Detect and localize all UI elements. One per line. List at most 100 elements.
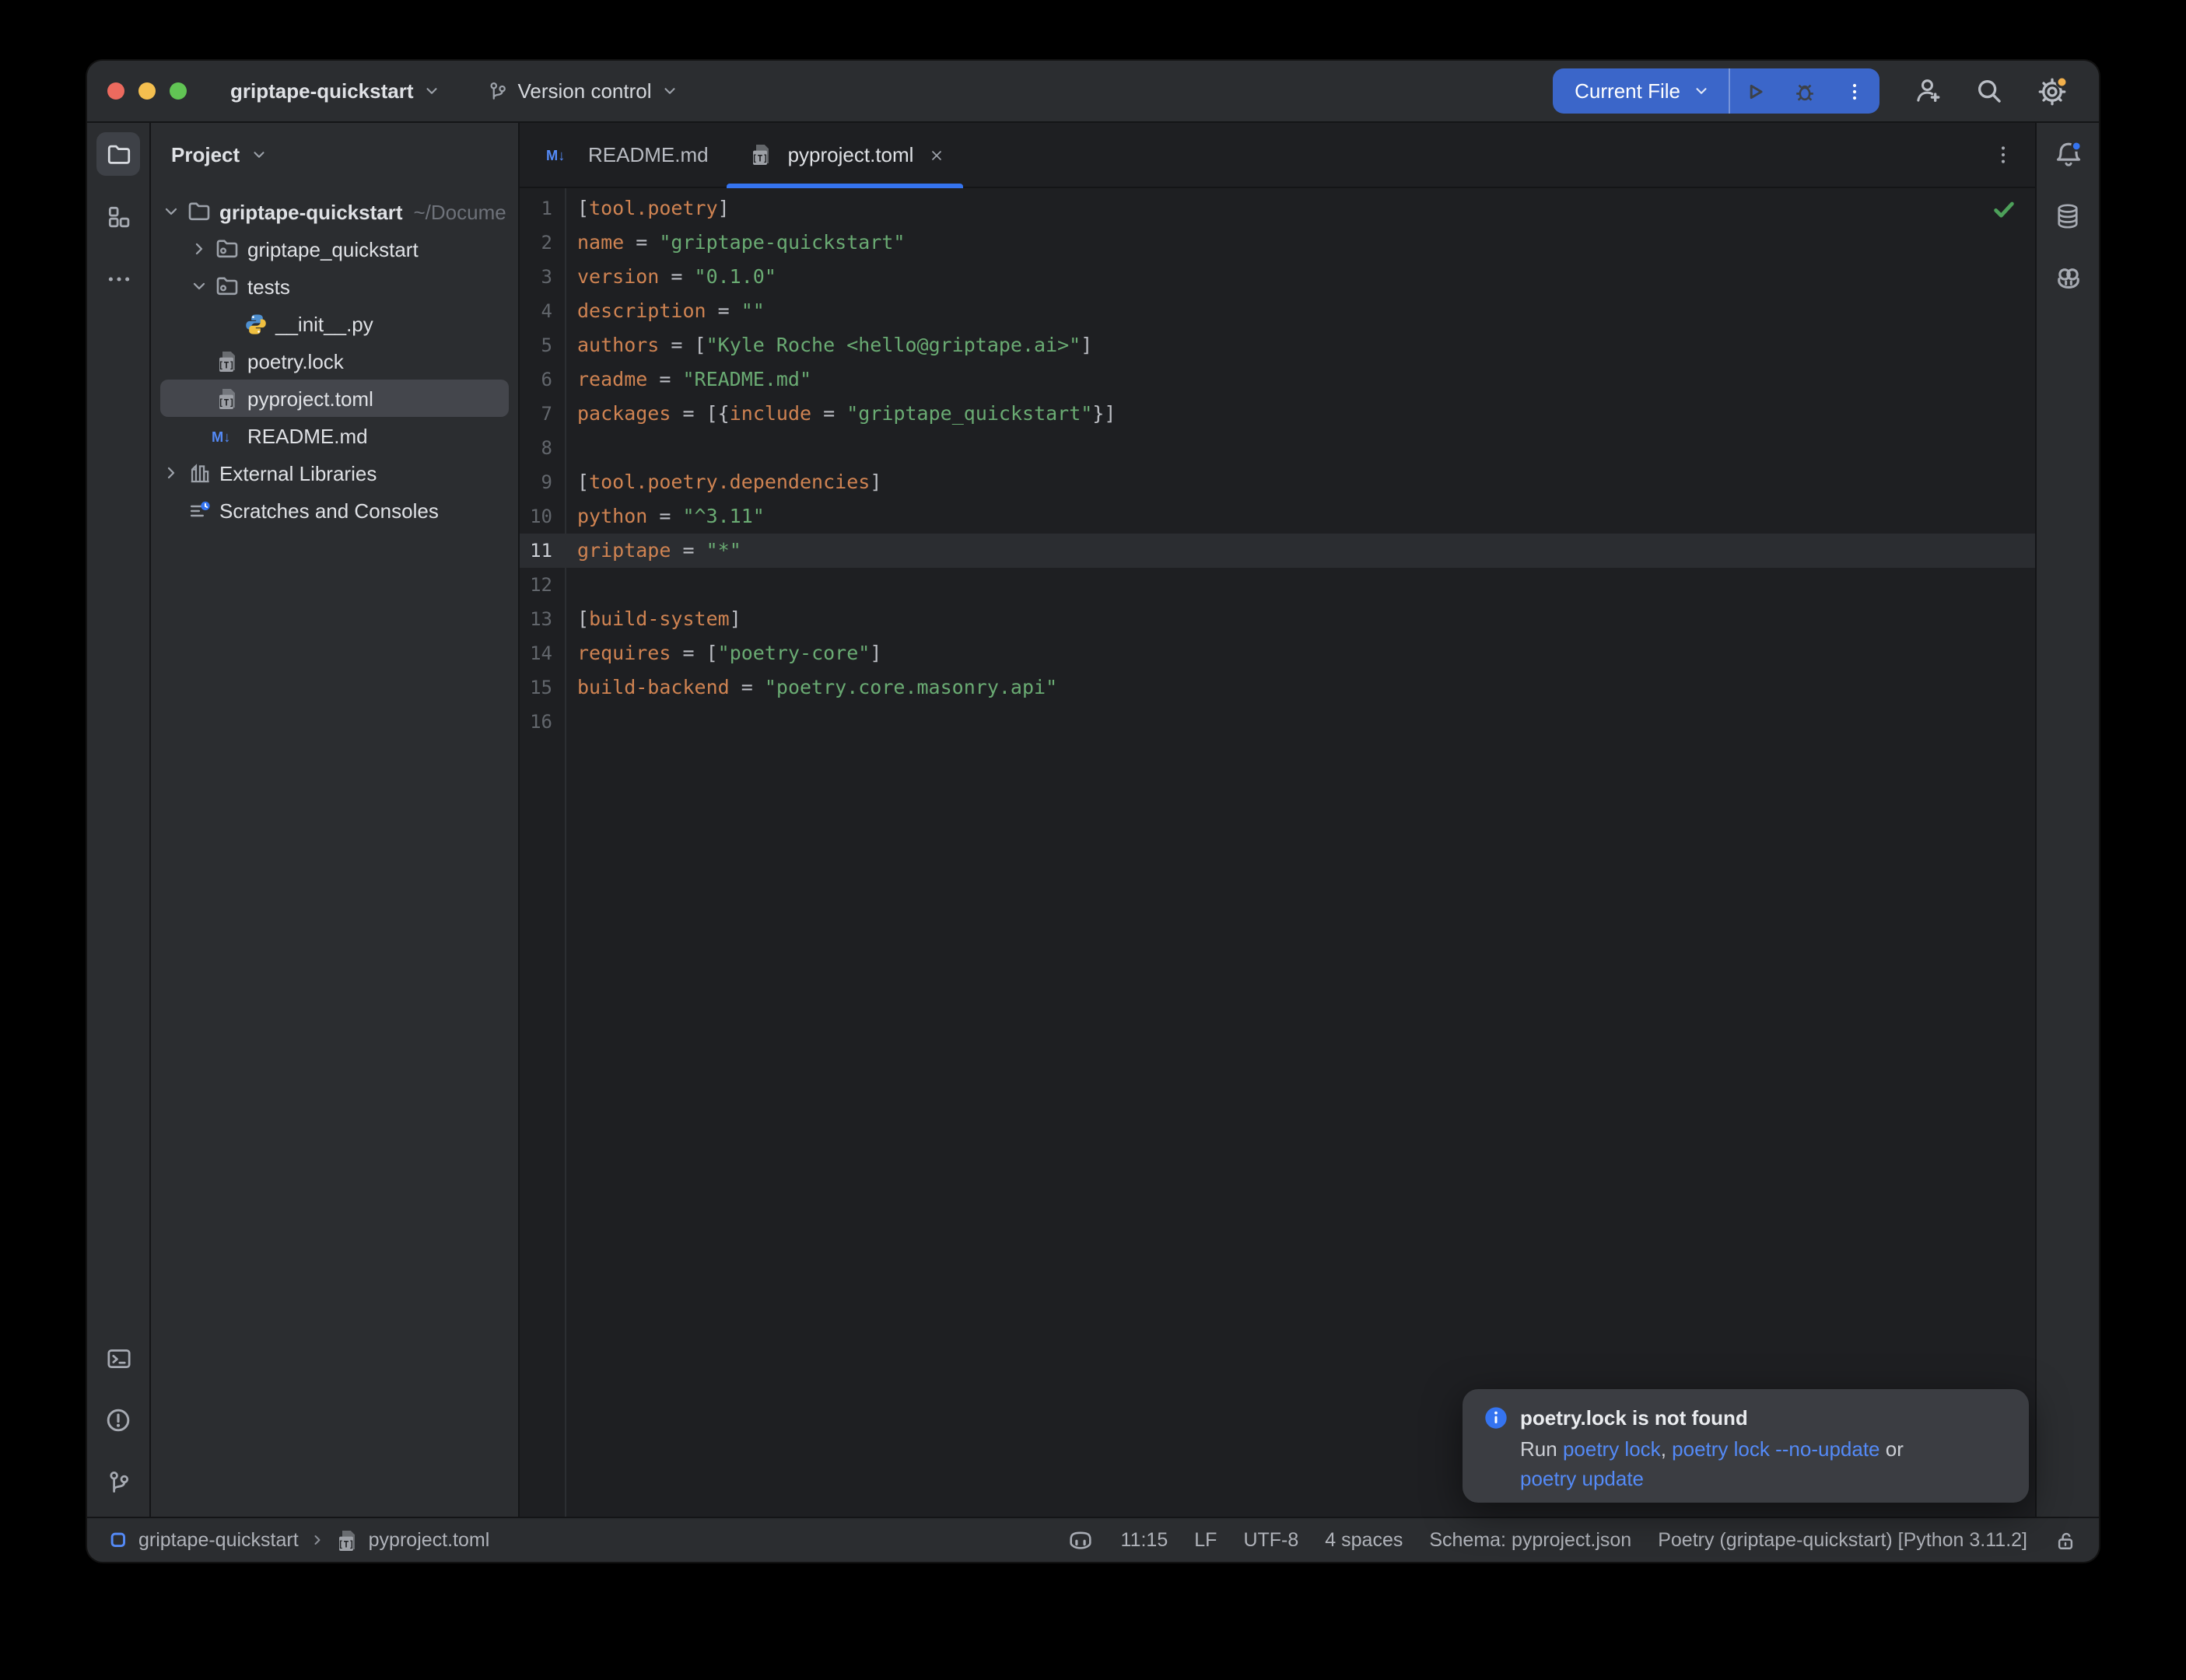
- code-line-5[interactable]: 5authors = ["Kyle Roche <hello@griptape.…: [520, 328, 2035, 362]
- toml-icon: [T]: [212, 387, 243, 410]
- run-configuration-label: Current File: [1575, 79, 1680, 103]
- notification-line: poetry update: [1520, 1464, 2007, 1493]
- terminal-tool-button[interactable]: [96, 1336, 140, 1380]
- tree-item-Scratches and Consoles[interactable]: Scratches and Consoles: [151, 492, 518, 529]
- folder-src-icon: [212, 236, 243, 261]
- status-item-python-interpreter[interactable]: Poetry (griptape-quickstart) [Python 3.1…: [1658, 1529, 2027, 1551]
- close-icon[interactable]: [929, 147, 944, 163]
- code-text: [tool.poetry]: [566, 191, 730, 226]
- tree-item-README.md[interactable]: M↓README.md: [151, 417, 518, 454]
- chevron-right-icon[interactable]: [157, 464, 184, 482]
- breadcrumb-item[interactable]: griptape-quickstart: [138, 1529, 299, 1551]
- line-number: 1: [520, 191, 566, 226]
- unlock-icon[interactable]: [2054, 1528, 2077, 1552]
- database-tool-button[interactable]: [2046, 194, 2090, 238]
- code-line-13[interactable]: 13[build-system]: [520, 602, 2035, 636]
- code-line-15[interactable]: 15build-backend = "poetry.core.masonry.a…: [520, 670, 2035, 705]
- svg-text:[T]: [T]: [219, 359, 235, 370]
- scratch-icon: [184, 499, 215, 522]
- tree-item-pyproject.toml[interactable]: [T]pyproject.toml: [160, 380, 509, 417]
- problems-tool-button[interactable]: [96, 1398, 140, 1442]
- project-panel-header[interactable]: Project: [151, 123, 518, 185]
- code-line-8[interactable]: 8: [520, 431, 2035, 465]
- ide-window: griptape-quickstart Version control: [87, 61, 2099, 1562]
- tree-item-griptape-quickstart[interactable]: griptape-quickstart~/Docume: [151, 193, 518, 230]
- ai-assistant-button[interactable]: [2046, 257, 2090, 300]
- zoom-window-button[interactable]: [170, 82, 187, 100]
- settings-button[interactable]: [2037, 75, 2068, 107]
- tree-item-tests[interactable]: tests: [151, 268, 518, 305]
- code-line-10[interactable]: 10python = "^3.11": [520, 499, 2035, 534]
- git-tool-button[interactable]: [96, 1461, 140, 1504]
- ai-assistant-icon: [2053, 264, 2083, 293]
- tab-README.md[interactable]: M↓README.md: [527, 123, 727, 187]
- chevron-right-icon[interactable]: [185, 240, 212, 258]
- code-editor[interactable]: 1[tool.poetry]2name = "griptape-quicksta…: [520, 188, 2035, 1517]
- code-text: [566, 705, 577, 739]
- title-bar: griptape-quickstart Version control: [87, 61, 2099, 123]
- code-text: [tool.poetry.dependencies]: [566, 465, 881, 499]
- code-line-4[interactable]: 4description = "": [520, 294, 2035, 328]
- project-tool-button[interactable]: [96, 132, 140, 176]
- vcs-widget[interactable]: Version control: [487, 79, 678, 103]
- notification-link[interactable]: poetry update: [1520, 1467, 1644, 1490]
- line-number: 14: [520, 636, 566, 670]
- tree-item-label: Scratches and Consoles: [219, 499, 439, 522]
- code-line-1[interactable]: 1[tool.poetry]: [520, 191, 2035, 226]
- code-line-6[interactable]: 6readme = "README.md": [520, 362, 2035, 397]
- code-line-16[interactable]: 16: [520, 705, 2035, 739]
- code-line-3[interactable]: 3version = "0.1.0": [520, 260, 2035, 294]
- kebab-icon: [1992, 143, 2015, 166]
- notifications-button[interactable]: [2046, 132, 2090, 176]
- code-line-7[interactable]: 7packages = [{include = "griptape_quicks…: [520, 397, 2035, 431]
- code-line-14[interactable]: 14requires = ["poetry-core"]: [520, 636, 2035, 670]
- project-widget[interactable]: griptape-quickstart: [230, 79, 440, 103]
- chevron-down-icon[interactable]: [157, 202, 184, 221]
- close-window-button[interactable]: [107, 82, 124, 100]
- notification-link[interactable]: poetry lock --no-update: [1672, 1437, 1879, 1461]
- more-run-actions-button[interactable]: [1830, 68, 1879, 114]
- debug-button[interactable]: [1780, 68, 1830, 114]
- module-icon: [109, 1531, 128, 1549]
- run-button[interactable]: [1730, 68, 1780, 114]
- code-line-12[interactable]: 12: [520, 568, 2035, 602]
- tab-label: pyproject.toml: [788, 143, 914, 166]
- structure-tool-button[interactable]: [96, 194, 140, 238]
- tab-pyproject.toml[interactable]: [T]pyproject.toml: [727, 123, 964, 187]
- code-with-me-button[interactable]: [1912, 76, 1942, 106]
- notification-title-row: poetry.lock is not found: [1484, 1406, 2007, 1430]
- tree-item-label: poetry.lock: [247, 349, 344, 373]
- status-item-json-schema[interactable]: Schema: pyproject.json: [1429, 1529, 1631, 1551]
- tree-item-label: External Libraries: [219, 461, 377, 485]
- notification-link[interactable]: poetry lock: [1563, 1437, 1661, 1461]
- code-text: griptape = "*": [566, 534, 741, 568]
- more-tool-windows-button[interactable]: [96, 257, 140, 300]
- inspections-status-icon[interactable]: [1993, 201, 2015, 219]
- copilot-icon[interactable]: [1068, 1527, 1095, 1553]
- minimize-window-button[interactable]: [138, 82, 156, 100]
- tree-item-griptape_quickstart[interactable]: griptape_quickstart: [151, 230, 518, 268]
- breadcrumb-item[interactable]: pyproject.toml: [369, 1529, 490, 1551]
- tab-label: README.md: [588, 143, 709, 166]
- code-line-11[interactable]: 11griptape = "*": [520, 534, 2035, 568]
- tree-item-External Libraries[interactable]: External Libraries: [151, 454, 518, 492]
- code-line-9[interactable]: 9[tool.poetry.dependencies]: [520, 465, 2035, 499]
- code-line-2[interactable]: 2name = "griptape-quickstart": [520, 226, 2035, 260]
- chevron-down-icon: [1693, 82, 1710, 100]
- status-item-indent[interactable]: 4 spaces: [1325, 1529, 1403, 1551]
- kebab-icon: [1844, 80, 1865, 102]
- status-item-line-separator[interactable]: LF: [1194, 1529, 1217, 1551]
- modules-icon: [105, 203, 131, 229]
- tab-options-button[interactable]: [1992, 143, 2015, 166]
- status-item-time[interactable]: 11:15: [1121, 1529, 1168, 1551]
- tree-item-__init__.py[interactable]: __init__.py: [151, 305, 518, 342]
- tree-item-poetry.lock[interactable]: [T] poetry.lock: [151, 342, 518, 380]
- line-number: 10: [520, 499, 566, 534]
- toml-file-icon: [T]: [336, 1528, 358, 1552]
- run-configuration-select[interactable]: Current File: [1553, 79, 1729, 103]
- breadcrumb: griptape-quickstart [T] pyproject.toml: [109, 1528, 489, 1552]
- window-controls: [107, 82, 187, 100]
- chevron-down-icon[interactable]: [185, 277, 212, 296]
- search-everywhere-button[interactable]: [1974, 76, 2004, 106]
- status-item-encoding[interactable]: UTF-8: [1243, 1529, 1298, 1551]
